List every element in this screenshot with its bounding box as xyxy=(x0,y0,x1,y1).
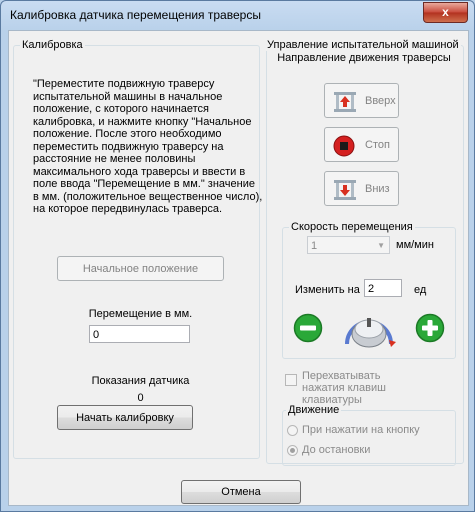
movement-group-title: Движение xyxy=(286,404,342,416)
speed-unit: мм/мин xyxy=(396,239,434,251)
radio-on-press[interactable] xyxy=(287,425,298,436)
cancel-button[interactable]: Отмена xyxy=(181,480,301,504)
sensor-value: 0 xyxy=(137,392,144,404)
sensor-label: Показания датчика xyxy=(91,375,190,387)
client-area: Калибровка "Переместите подвижную травер… xyxy=(8,30,469,506)
change-input[interactable]: 2 xyxy=(364,279,402,297)
up-button[interactable]: Вверх xyxy=(324,83,399,118)
change-label: Изменить на xyxy=(295,284,360,296)
machine-control-title: Управление испытательной машиной xyxy=(265,39,461,51)
calibration-group-title: Калибровка xyxy=(20,39,85,51)
intercept-keys-checkbox[interactable] xyxy=(285,374,297,386)
minus-icon[interactable] xyxy=(293,313,323,346)
title-bar[interactable]: Калибровка датчика перемещения траверсы … xyxy=(1,1,474,27)
down-icon xyxy=(333,179,357,204)
speed-select[interactable]: 1 ▼ xyxy=(307,236,390,254)
up-label: Вверх xyxy=(365,95,396,107)
down-button[interactable]: Вниз xyxy=(324,171,399,206)
start-calibration-button[interactable]: Начать калибровку xyxy=(57,405,193,430)
change-unit: ед xyxy=(414,284,427,296)
stop-button[interactable]: Стоп xyxy=(324,127,399,162)
movement-input[interactable]: 0 xyxy=(89,325,190,343)
radio-selected-dot xyxy=(290,448,295,453)
radio-until-stop-label: До остановки xyxy=(302,444,371,456)
speed-group-title: Скорость перемещения xyxy=(289,221,415,233)
movement-label: Перемещение в мм. xyxy=(88,308,193,320)
plus-icon[interactable] xyxy=(415,313,445,346)
window-title: Калибровка датчика перемещения траверсы xyxy=(10,8,261,22)
calibration-window: Калибровка датчика перемещения траверсы … xyxy=(0,0,475,512)
radio-on-press-label: При нажатии на кнопку xyxy=(302,424,420,436)
speed-select-value: 1 xyxy=(311,240,318,252)
direction-title: Направление движения траверсы xyxy=(277,52,451,64)
chevron-down-icon: ▼ xyxy=(377,241,385,250)
stop-icon xyxy=(333,135,355,160)
radio-until-stop[interactable] xyxy=(287,445,298,456)
down-label: Вниз xyxy=(365,183,390,195)
knob-icon[interactable] xyxy=(341,306,397,353)
movement-group: Движение xyxy=(282,404,456,466)
initial-position-button[interactable]: Начальное положение xyxy=(57,256,224,281)
calibration-instructions: "Переместите подвижную траверсу испытате… xyxy=(33,78,263,215)
stop-label: Стоп xyxy=(365,139,390,151)
close-button[interactable]: x xyxy=(423,2,468,23)
intercept-keys-label: Перехватывать нажатия клавиш клавиатуры xyxy=(302,370,386,406)
up-icon xyxy=(333,91,357,116)
